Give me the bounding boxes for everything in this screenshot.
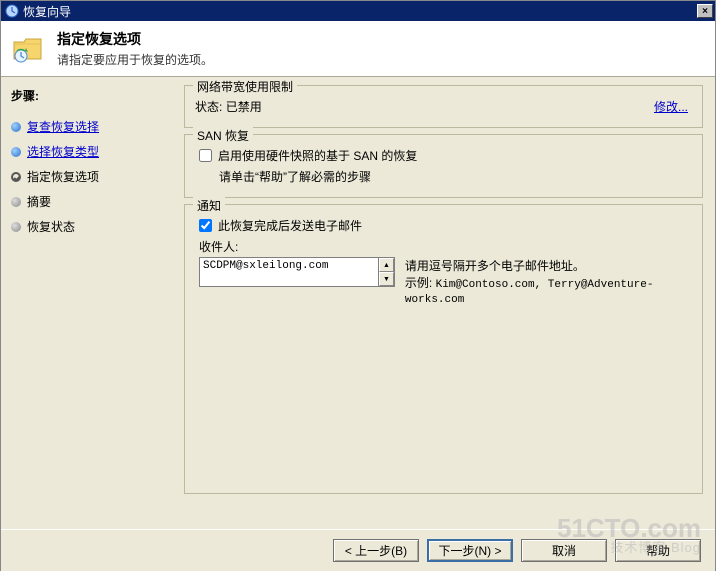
- step-label: 选择恢复类型: [27, 143, 99, 160]
- step-bullet-icon: [11, 222, 21, 232]
- san-enable-row[interactable]: 启用使用硬件快照的基于 SAN 的恢复: [199, 147, 692, 164]
- step-review-selection[interactable]: 复查恢复选择: [11, 114, 166, 139]
- group-notify-legend: 通知: [193, 197, 225, 214]
- scroll-up-button[interactable]: ▲: [379, 258, 394, 272]
- group-san-legend: SAN 恢复: [193, 127, 253, 144]
- recipients-label: 收件人:: [195, 238, 692, 255]
- step-select-type[interactable]: 选择恢复类型: [11, 139, 166, 164]
- step-label: 指定恢复选项: [27, 168, 99, 185]
- step-recovery-status[interactable]: 恢复状态: [11, 214, 166, 239]
- recipients-field-wrap: ▲ ▼: [199, 257, 395, 287]
- step-label: 复查恢复选择: [27, 118, 99, 135]
- group-throttle-legend: 网络带宽使用限制: [193, 78, 297, 95]
- wizard-title-icon: [5, 4, 19, 18]
- throttle-modify-link[interactable]: 修改...: [654, 98, 692, 115]
- group-notify: 通知 此恢复完成后发送电子邮件 收件人: ▲ ▼ 请用逗号隔开多个电子邮件地址。: [184, 204, 703, 494]
- group-throttle: 网络带宽使用限制 状态: 已禁用 修改...: [184, 85, 703, 128]
- title-bar: 恢复向导 ×: [1, 1, 715, 21]
- san-enable-label: 启用使用硬件快照的基于 SAN 的恢复: [218, 147, 417, 164]
- step-bullet-icon: [11, 197, 21, 207]
- step-label: 恢复状态: [27, 218, 75, 235]
- options-panel: 网络带宽使用限制 状态: 已禁用 修改... SAN 恢复 启用使用硬件快照的基…: [176, 77, 715, 529]
- step-specify-options[interactable]: 指定恢复选项: [11, 164, 166, 189]
- recipients-input[interactable]: [200, 258, 378, 286]
- wizard-footer: < 上一步(B) 下一步(N) > 取消 帮助: [1, 529, 715, 571]
- throttle-status-value: 已禁用: [226, 100, 262, 114]
- steps-heading: 步骤:: [11, 87, 166, 104]
- page-subtitle: 请指定要应用于恢复的选项。: [57, 51, 213, 68]
- cancel-button[interactable]: 取消: [521, 539, 607, 562]
- header-text: 指定恢复选项 请指定要应用于恢复的选项。: [57, 29, 213, 68]
- notify-enable-checkbox[interactable]: [199, 219, 212, 232]
- recipients-scroll: ▲ ▼: [378, 258, 394, 286]
- window-title: 恢复向导: [23, 3, 71, 20]
- next-button[interactable]: 下一步(N) >: [427, 539, 513, 562]
- notify-enable-row[interactable]: 此恢复完成后发送电子邮件: [199, 217, 692, 234]
- scroll-down-button[interactable]: ▼: [379, 272, 394, 286]
- group-san: SAN 恢复 启用使用硬件快照的基于 SAN 的恢复 请单击“帮助”了解必需的步…: [184, 134, 703, 198]
- recipients-hint: 请用逗号隔开多个电子邮件地址。 示例: Kim@Contoso.com, Ter…: [405, 257, 692, 306]
- step-summary[interactable]: 摘要: [11, 189, 166, 214]
- content-area: 步骤: 复查恢复选择 选择恢复类型 指定恢复选项 摘要 恢复状态 网络带宽使用限…: [1, 77, 715, 529]
- san-enable-checkbox[interactable]: [199, 149, 212, 162]
- step-bullet-icon: [11, 122, 21, 132]
- page-title: 指定恢复选项: [57, 29, 213, 49]
- san-hint: 请单击“帮助”了解必需的步骤: [199, 168, 692, 185]
- back-button[interactable]: < 上一步(B): [333, 539, 419, 562]
- throttle-status: 状态: 已禁用: [195, 98, 262, 115]
- recipients-hint-line1: 请用逗号隔开多个电子邮件地址。: [405, 257, 692, 274]
- throttle-status-label: 状态:: [195, 100, 222, 114]
- step-current-icon: [11, 172, 21, 182]
- close-icon: ×: [702, 6, 708, 17]
- header-band: 指定恢复选项 请指定要应用于恢复的选项。: [1, 21, 715, 77]
- notify-enable-label: 此恢复完成后发送电子邮件: [218, 217, 362, 234]
- recipients-hint-prefix: 示例:: [405, 276, 436, 290]
- help-button[interactable]: 帮助: [615, 539, 701, 562]
- recipients-hint-example: Kim@Contoso.com, Terry@Adventure-works.c…: [405, 279, 654, 306]
- step-bullet-icon: [11, 147, 21, 157]
- close-button[interactable]: ×: [697, 4, 713, 18]
- step-label: 摘要: [27, 193, 51, 210]
- steps-sidebar: 步骤: 复查恢复选择 选择恢复类型 指定恢复选项 摘要 恢复状态: [1, 77, 176, 529]
- recovery-folder-icon: [11, 32, 45, 66]
